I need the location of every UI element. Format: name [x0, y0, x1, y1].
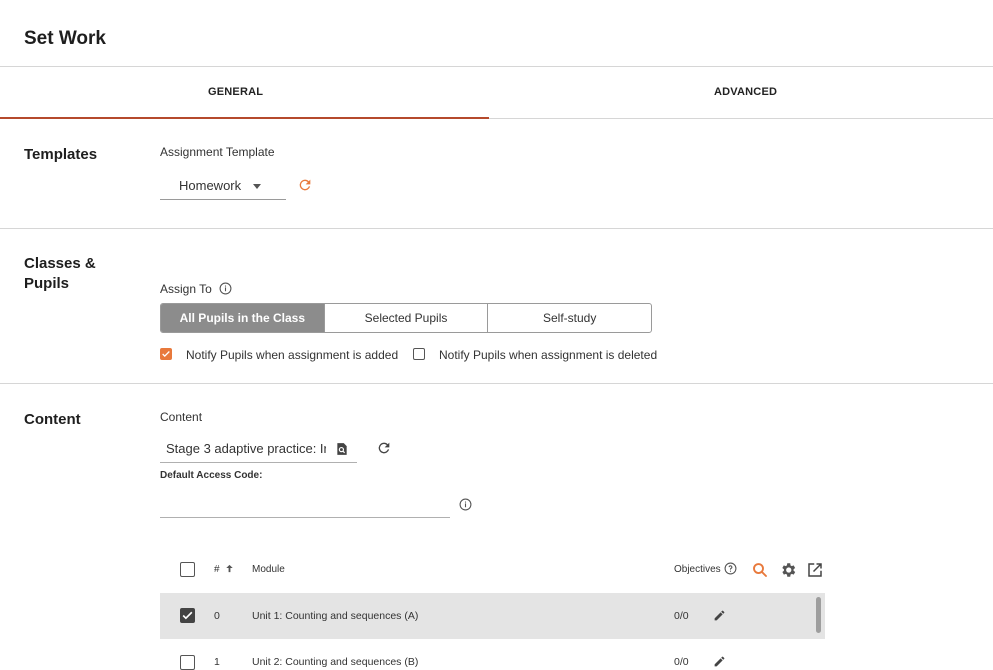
- section-divider: [0, 228, 993, 229]
- row-module-name: Unit 1: Counting and sequences (A): [252, 610, 419, 622]
- notify-added-label: Notify Pupils when assignment is added: [186, 348, 399, 362]
- gear-icon[interactable]: [779, 561, 797, 579]
- tab-advanced[interactable]: ADVANCED: [714, 86, 777, 98]
- content-input[interactable]: Stage 3 adaptive practice: Ir: [160, 436, 357, 463]
- info-icon[interactable]: [219, 282, 232, 295]
- row-objectives: 0/0: [674, 656, 689, 668]
- access-code-input[interactable]: [160, 497, 450, 515]
- assign-self-study-option[interactable]: Self-study: [488, 304, 651, 332]
- select-all-checkbox[interactable]: [180, 562, 195, 577]
- notify-deleted-label: Notify Pupils when assignment is deleted: [439, 348, 658, 362]
- column-header-number[interactable]: #: [214, 564, 220, 575]
- assign-to-label: Assign To: [160, 282, 212, 296]
- row-objectives: 0/0: [674, 610, 689, 622]
- edit-icon[interactable]: [713, 655, 726, 668]
- row-number: 1: [214, 656, 220, 668]
- assign-to-segmented-control: All Pupils in the Class Selected Pupils …: [160, 303, 652, 333]
- access-code-info-icon[interactable]: [459, 498, 472, 511]
- column-header-objectives: Objectives: [674, 564, 721, 575]
- access-code-underline: [160, 517, 450, 518]
- header-divider: [0, 66, 993, 67]
- sort-ascending-icon[interactable]: [224, 563, 235, 574]
- chevron-down-icon: [253, 184, 261, 189]
- checkmark-icon: [161, 350, 170, 357]
- tab-general[interactable]: GENERAL: [208, 86, 263, 98]
- search-icon[interactable]: [751, 561, 769, 579]
- row-checkbox[interactable]: [180, 655, 195, 670]
- access-code-label: Default Access Code:: [160, 470, 263, 481]
- table-scrollbar[interactable]: [816, 597, 821, 633]
- content-refresh-icon[interactable]: [376, 440, 392, 456]
- notify-added-checkbox[interactable]: [160, 348, 172, 360]
- notify-deleted-checkbox[interactable]: [413, 348, 425, 360]
- assign-selected-pupils-option[interactable]: Selected Pupils: [325, 304, 489, 332]
- content-field-label: Content: [160, 410, 203, 424]
- help-icon[interactable]: [724, 562, 737, 575]
- section-divider: [0, 383, 993, 384]
- assignment-template-select[interactable]: Homework: [160, 173, 286, 200]
- assign-all-pupils-option[interactable]: All Pupils in the Class: [161, 304, 325, 332]
- templates-section-title: Templates: [24, 146, 98, 163]
- assignment-template-label: Assignment Template: [160, 145, 275, 159]
- classes-section-title: Classes & Pupils: [24, 255, 96, 292]
- column-header-module[interactable]: Module: [252, 564, 285, 575]
- page-title: Set Work: [24, 28, 107, 49]
- active-tab-indicator: [0, 117, 489, 119]
- refresh-icon[interactable]: [297, 177, 313, 193]
- content-section-title: Content: [24, 411, 81, 428]
- content-input-value: Stage 3 adaptive practice: Ir: [166, 441, 326, 456]
- checkmark-icon: [182, 611, 192, 619]
- row-module-name: Unit 2: Counting and sequences (B): [252, 656, 419, 668]
- open-external-icon[interactable]: [806, 561, 824, 579]
- edit-icon[interactable]: [713, 609, 726, 622]
- content-search-icon[interactable]: [335, 442, 349, 456]
- row-number: 0: [214, 610, 220, 622]
- row-checkbox[interactable]: [180, 608, 195, 623]
- assignment-template-value: Homework: [179, 178, 242, 193]
